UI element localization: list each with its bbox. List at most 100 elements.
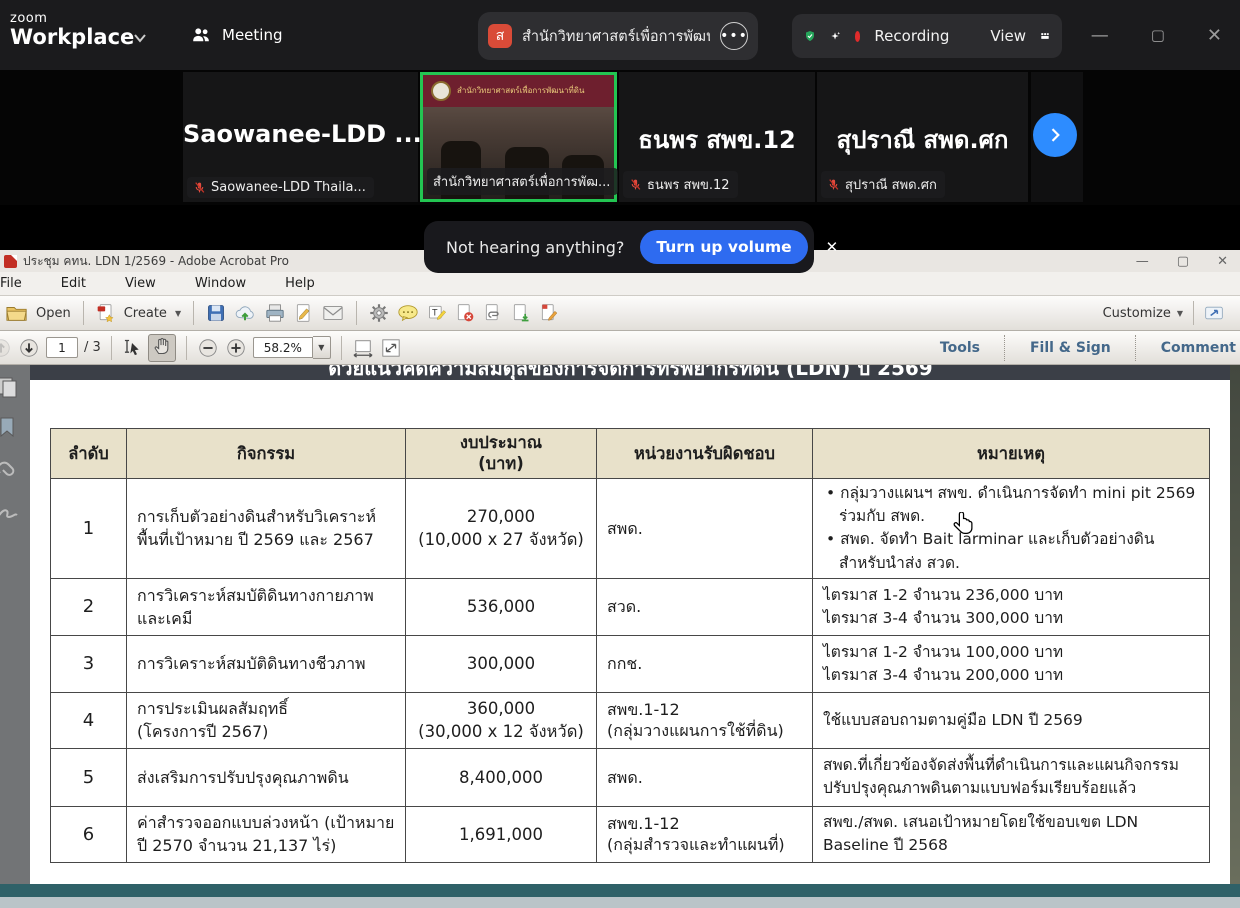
- pdf-page: ด้วยแนวคิดความสมดุลของการจัดการทรัพยากรท…: [30, 365, 1231, 885]
- share-window-icon[interactable]: [1204, 304, 1224, 322]
- col-header-remark: หมายเหตุ: [813, 429, 1210, 479]
- cell-no: 4: [51, 692, 127, 748]
- select-tool-icon[interactable]: [122, 338, 142, 358]
- zoom-in-icon[interactable]: [225, 337, 247, 359]
- open-button[interactable]: Open: [36, 306, 71, 321]
- acrobat-minimize-icon[interactable]: —: [1136, 254, 1149, 269]
- mic-muted-icon: [193, 181, 206, 194]
- svg-text:T: T: [432, 308, 438, 318]
- participant-tile-video[interactable]: สำนักวิทยาศาสตร์เพื่อการพัฒนาที่ดิน สำนั…: [420, 72, 617, 202]
- view-grid-icon[interactable]: [1040, 26, 1050, 46]
- view-button[interactable]: View: [990, 27, 1026, 45]
- table-row: 6ค่าสำรวจออกแบบล่วงหน้า (เป้าหมาย ปี 257…: [51, 806, 1210, 862]
- minimize-icon[interactable]: —: [1091, 25, 1109, 46]
- cell-remark: สพข./สพด. เสนอเป้าหมายโดยใช้ขอบเขต LDN B…: [813, 806, 1210, 862]
- meeting-tab-label: Meeting: [222, 26, 282, 44]
- taskbar-edge: [0, 897, 1240, 908]
- acrobat-maximize-icon[interactable]: ▢: [1177, 254, 1189, 269]
- create-pdf-icon[interactable]: [96, 303, 116, 323]
- participant-tile[interactable]: Saowanee-LDD ... Saowanee-LDD Thaila...: [183, 72, 418, 202]
- acrobat-close-icon[interactable]: ✕: [1217, 254, 1228, 269]
- attach-page-icon[interactable]: [483, 303, 503, 323]
- cloud-upload-icon[interactable]: [234, 303, 256, 323]
- participant-label-text: Saowanee-LDD Thaila...: [211, 180, 366, 195]
- fit-page-icon[interactable]: [380, 338, 402, 358]
- slide-footer-strip: [0, 884, 1240, 897]
- participant-name: ธนพร สพข.12: [619, 120, 815, 159]
- participant-label-text: สุปราณี สพด.ศก: [845, 174, 937, 195]
- maximize-icon[interactable]: ▢: [1151, 26, 1165, 44]
- menu-edit[interactable]: Edit: [48, 276, 86, 291]
- acrobat-toolbar-nav: 1 / 3 58.2% ▼ Tools: [0, 331, 1240, 365]
- cell-no: 6: [51, 806, 127, 862]
- page-thumbnails-icon[interactable]: [0, 375, 21, 401]
- participant-label-text: ธนพร สพข.12: [647, 174, 730, 195]
- mic-muted-icon: [629, 178, 642, 191]
- turn-up-volume-button[interactable]: Turn up volume: [640, 230, 807, 264]
- zoom-level-input[interactable]: 58.2%: [253, 337, 313, 358]
- comment-bubble-icon[interactable]: [397, 304, 419, 322]
- participant-tile[interactable]: สุปราณี สพด.ศก สุปราณี สพด.ศก: [817, 72, 1028, 202]
- slide-title-band: ด้วยแนวคิดความสมดุลของการจัดการทรัพยากรท…: [30, 365, 1231, 380]
- table-row: 3การวิเคราะห์สมบัติดินทางชีวภาพ300,000กก…: [51, 635, 1210, 692]
- hand-tool-button[interactable]: [148, 334, 176, 362]
- save-icon[interactable]: [206, 303, 226, 323]
- menu-file[interactable]: File: [0, 276, 22, 291]
- tools-panel-button[interactable]: Tools: [916, 340, 1004, 356]
- print-icon[interactable]: [264, 303, 286, 323]
- window-controls: — ▢ ✕: [1091, 0, 1240, 70]
- email-icon[interactable]: [322, 304, 344, 322]
- audio-toast: Not hearing anything? Turn up volume ✕: [424, 221, 814, 273]
- create-dropdown-arrow-icon[interactable]: ▼: [175, 309, 181, 318]
- cell-activity: ส่งเสริมการปรับปรุงคุณภาพดิน: [127, 748, 406, 806]
- toast-close-icon[interactable]: ✕: [826, 238, 839, 256]
- hand-cursor: [952, 512, 973, 537]
- shared-app-icon: ส: [488, 24, 512, 48]
- security-shield-icon[interactable]: [804, 24, 816, 48]
- activity-table-body: 1การเก็บตัวอย่างดินสำหรับวิเคราะห์พื้นที…: [51, 478, 1210, 862]
- pdf-canvas[interactable]: ด้วยแนวคิดความสมดุลของการจัดการทรัพยากรท…: [0, 365, 1240, 885]
- menu-window[interactable]: Window: [182, 276, 246, 291]
- fit-width-icon[interactable]: [352, 338, 374, 358]
- participant-label: สุปราณี สพด.ศก: [821, 171, 945, 198]
- previous-page-icon[interactable]: [0, 337, 12, 359]
- tab-meeting[interactable]: Meeting: [190, 18, 282, 52]
- gear-icon[interactable]: [369, 303, 389, 323]
- open-folder-icon[interactable]: [6, 303, 28, 323]
- attachments-icon[interactable]: [0, 457, 21, 483]
- zoom-out-icon[interactable]: [197, 337, 219, 359]
- highlight-text-icon[interactable]: T: [427, 303, 447, 323]
- participant-name: สุปราณี สพด.ศก: [817, 120, 1028, 159]
- zoom-dropdown-icon[interactable]: ▼: [313, 336, 331, 359]
- cell-unit: กกช.: [597, 635, 813, 692]
- delete-page-icon[interactable]: [455, 303, 475, 323]
- recording-label: Recording: [874, 27, 949, 45]
- menu-view[interactable]: View: [112, 276, 156, 291]
- customize-dropdown-arrow-icon[interactable]: ▼: [1177, 309, 1183, 318]
- next-participants-button[interactable]: [1033, 113, 1077, 157]
- tab-shared-app[interactable]: ส สำนักวิทยาศาสตร์เพื่อการพัฒนาท •••: [478, 12, 758, 60]
- cell-budget: 536,000: [406, 578, 597, 635]
- fill-sign-panel-button[interactable]: Fill & Sign: [1006, 340, 1135, 356]
- participant-label: Saowanee-LDD Thaila...: [187, 177, 374, 198]
- create-button[interactable]: Create: [124, 306, 167, 321]
- chevron-down-icon[interactable]: [132, 30, 148, 46]
- acrobat-menu-bar: File Edit View Window Help: [0, 272, 1240, 296]
- next-page-icon[interactable]: [18, 337, 40, 359]
- signatures-icon[interactable]: [0, 501, 21, 527]
- acrobat-app-icon: [4, 255, 17, 268]
- ai-companion-icon[interactable]: [830, 25, 841, 47]
- more-options-icon[interactable]: •••: [720, 22, 748, 50]
- close-icon[interactable]: ✕: [1207, 25, 1222, 46]
- sign-document-icon[interactable]: [294, 303, 314, 323]
- comment-panel-button[interactable]: Comment: [1137, 340, 1240, 356]
- edit-form-icon[interactable]: [539, 303, 559, 323]
- menu-help[interactable]: Help: [272, 276, 315, 291]
- cell-remark: ไตรมาส 1-2 จำนวน 100,000 บาทไตรมาส 3-4 จ…: [813, 635, 1210, 692]
- bookmarks-icon[interactable]: [0, 415, 21, 441]
- page-number-input[interactable]: 1: [46, 337, 78, 358]
- participant-tile[interactable]: ธนพร สพข.12 ธนพร สพข.12: [619, 72, 815, 202]
- export-page-icon[interactable]: [511, 303, 531, 323]
- customize-button[interactable]: Customize: [1103, 306, 1171, 321]
- activity-table: ลำดับ กิจกรรม งบประมาณ (บาท) หน่วยงานรับ…: [50, 428, 1210, 863]
